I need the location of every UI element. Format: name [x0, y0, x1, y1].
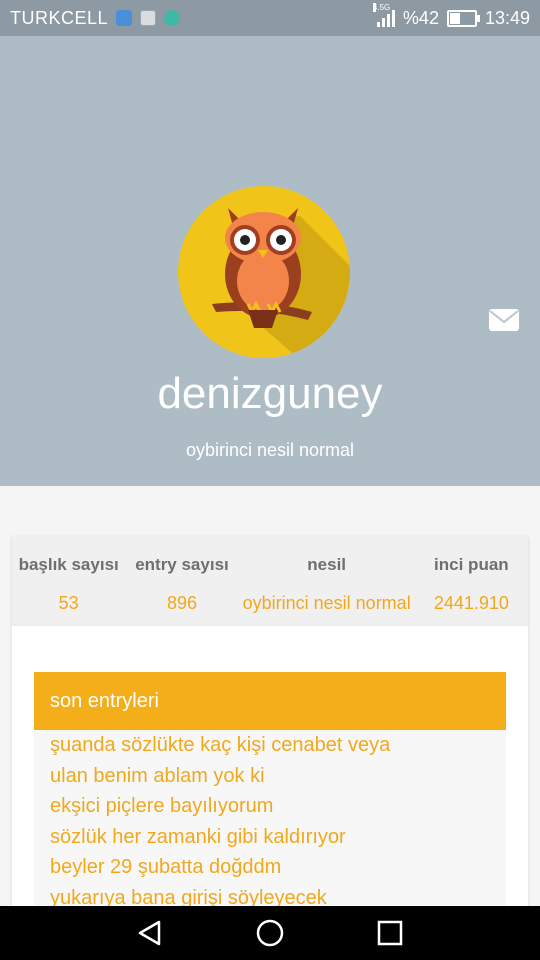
- entry-link[interactable]: ekşici piçlere bayılıyorum: [34, 791, 506, 822]
- stat-label: başlık sayısı: [18, 555, 119, 574]
- stat-value: 896: [166, 593, 197, 613]
- stats-card: başlık sayısı 53 entry sayısı 896 nesil …: [12, 536, 528, 626]
- recents-icon[interactable]: [375, 918, 405, 948]
- stat-label: entry sayısı: [135, 555, 229, 574]
- clock: 13:49: [484, 7, 530, 28]
- carrier-name: TURKCELL: [10, 7, 109, 28]
- battery-icon: [446, 9, 480, 27]
- stat-generation: nesil oybirinci nesil normal: [239, 536, 415, 626]
- recent-entries-card: son entryleri şuanda sözlükte kaç kişi c…: [12, 626, 528, 916]
- stat-value: 2441.910: [433, 593, 509, 613]
- info-icon: [164, 10, 181, 26]
- entry-link[interactable]: beyler 29 şubatta doğddm: [34, 852, 506, 883]
- user-rank: oybirinci nesil normal: [185, 440, 355, 460]
- stat-points: inci puan 2441.910: [415, 536, 528, 626]
- owl-avatar: [178, 186, 350, 358]
- signal-icon: 4.5G: [372, 3, 395, 27]
- mail-icon[interactable]: [488, 308, 520, 332]
- status-bar: TURKCELL 4.5G %42 13:49: [0, 0, 540, 36]
- home-icon[interactable]: [255, 918, 285, 948]
- navigation-bar: [0, 906, 540, 960]
- stat-label: inci puan: [434, 555, 509, 574]
- network-type: 4.5G: [372, 3, 391, 12]
- stat-label: nesil: [307, 555, 347, 574]
- entry-link[interactable]: ulan benim ablam yok ki: [34, 761, 506, 792]
- entry-list: şuanda sözlükte kaç kişi cenabet veya ul…: [34, 730, 506, 913]
- gallery-icon: [140, 10, 157, 26]
- back-icon[interactable]: [135, 918, 165, 948]
- stat-value: 53: [58, 593, 79, 613]
- section-title: son entryleri: [34, 672, 506, 730]
- health-icon: [116, 10, 133, 26]
- stat-entry-count[interactable]: entry sayısı 896: [125, 536, 238, 626]
- battery-percent: %42: [402, 7, 439, 28]
- stat-value: oybirinci nesil normal: [242, 593, 411, 613]
- stat-topic-count[interactable]: başlık sayısı 53: [12, 536, 125, 626]
- username: denizguney: [157, 369, 383, 418]
- profile-header: denizguney oybirinci nesil normal: [0, 36, 540, 486]
- entry-link[interactable]: şuanda sözlükte kaç kişi cenabet veya: [34, 730, 506, 761]
- entry-link[interactable]: sözlük her zamanki gibi kaldırıyor: [34, 822, 506, 853]
